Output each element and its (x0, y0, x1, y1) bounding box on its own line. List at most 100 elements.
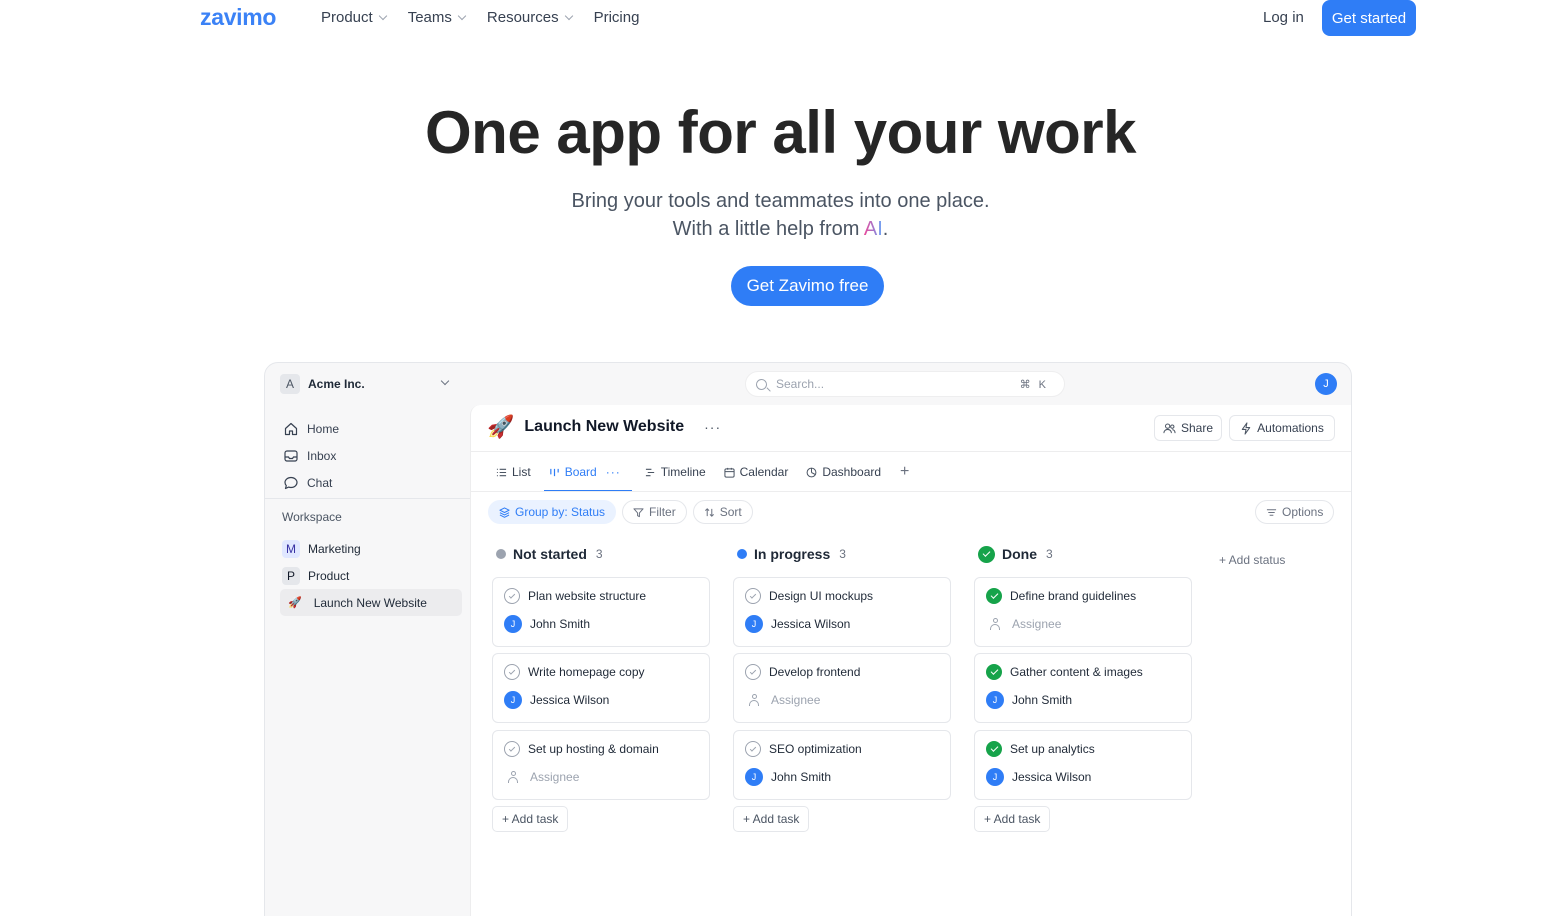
assignee-name: John Smith (1012, 693, 1073, 707)
sidebar-item-chat[interactable]: Chat (283, 469, 463, 496)
users-icon (1163, 423, 1176, 433)
status-circle-icon[interactable] (745, 741, 761, 757)
tab-list[interactable]: List (491, 452, 536, 492)
project-label: Marketing (308, 541, 361, 556)
chevron-down-icon (440, 376, 450, 386)
automations-button[interactable]: Automations (1229, 415, 1335, 441)
login-link[interactable]: Log in (1263, 9, 1304, 26)
person-icon[interactable] (745, 691, 763, 709)
sidebar-item-home[interactable]: Home (283, 415, 463, 442)
filter-icon (633, 507, 644, 517)
task-card[interactable]: SEO optimization J John Smith (733, 730, 951, 800)
tab-more-button[interactable]: ··· (606, 465, 621, 479)
assignee-placeholder: Assignee (1012, 617, 1062, 631)
assignee-avatar: J (504, 691, 522, 709)
sidebar-item-marketing[interactable]: M Marketing (280, 535, 462, 562)
check-circle-icon[interactable] (986, 588, 1002, 604)
lightning-icon (1241, 421, 1251, 435)
assignee-avatar: J (504, 615, 522, 633)
add-task-button[interactable]: + Add task (974, 806, 1051, 832)
status-circle-icon[interactable] (504, 588, 520, 604)
search-placeholder: Search... (776, 377, 825, 391)
tab-dashboard[interactable]: Dashboard (801, 452, 886, 492)
search-shortcut: ⌘K (1019, 378, 1054, 391)
check-circle-icon[interactable] (986, 741, 1002, 757)
logo[interactable]: zavimo (200, 4, 276, 31)
hero-subtitle: Bring your tools and teammates into one … (0, 187, 1561, 243)
board-column-in-progress: In progress 3 Design UI mockups J Jessica… (733, 545, 951, 832)
task-card[interactable]: Set up analytics J Jessica Wilson (974, 730, 1192, 800)
task-card[interactable]: Write homepage copy J Jessica Wilson (492, 653, 710, 723)
tab-timeline[interactable]: Timeline (640, 452, 711, 492)
search-input[interactable]: Search... ⌘K (745, 371, 1065, 397)
column-title: Done (1002, 546, 1037, 562)
sidebar-item-product[interactable]: P Product (280, 562, 462, 589)
main-panel: 🚀 Launch New Website ··· Share Automatio… (470, 405, 1351, 916)
workspace-switcher[interactable]: A Acme Inc. (280, 373, 456, 395)
add-task-button[interactable]: + Add task (733, 806, 810, 832)
group-by-button[interactable]: Group by: Status (488, 500, 617, 524)
sidebar-item-launch-new-website[interactable]: 🚀 Launch New Website (280, 589, 462, 616)
hero-subtitle-line-2: With a little help from AI. (0, 215, 1561, 243)
add-task-button[interactable]: + Add task (492, 806, 569, 832)
list-icon (496, 468, 507, 476)
project-list: M Marketing P Product 🚀 Launch New Websi… (280, 535, 462, 616)
user-avatar[interactable]: J (1315, 373, 1337, 395)
nav-link-label: Resources (486, 9, 559, 26)
nav-link-teams[interactable]: Teams (408, 9, 467, 26)
person-icon[interactable] (986, 615, 1004, 633)
check-circle-icon[interactable] (986, 664, 1002, 680)
task-card[interactable]: Set up hosting & domain Assignee (492, 730, 710, 800)
task-title: Write homepage copy (528, 665, 645, 679)
column-count: 3 (1046, 547, 1053, 561)
assignee-name: Jessica Wilson (530, 693, 610, 707)
get-zavimo-free-button[interactable]: Get Zavimo free (731, 266, 884, 306)
chat-icon (284, 476, 298, 489)
filter-button[interactable]: Filter (622, 500, 687, 524)
assignee-placeholder: Assignee (771, 693, 821, 707)
project-more-button[interactable]: ··· (704, 419, 721, 435)
project-badge: P (282, 566, 300, 585)
share-label: Share (1180, 421, 1214, 435)
nav-link-product[interactable]: Product (321, 9, 387, 26)
task-card[interactable]: Design UI mockups J Jessica Wilson (733, 577, 951, 647)
task-card[interactable]: Develop frontend Assignee (733, 653, 951, 723)
options-button[interactable]: Options (1255, 500, 1335, 524)
status-circle-icon[interactable] (504, 741, 520, 757)
calendar-icon (724, 467, 735, 478)
add-view-button[interactable]: + (894, 463, 915, 481)
tab-board[interactable]: Board ··· (543, 452, 632, 492)
task-card[interactable]: Plan website structure J John Smith (492, 577, 710, 647)
add-status-button[interactable]: + Add status (1219, 553, 1285, 567)
assignee-name: Jessica Wilson (1012, 770, 1092, 784)
status-circle-icon[interactable] (745, 664, 761, 680)
get-started-button[interactable]: Get started (1322, 0, 1416, 36)
task-card[interactable]: Define brand guidelines Assignee (974, 577, 1192, 647)
sort-icon (704, 507, 714, 517)
workspace-badge: A (280, 374, 300, 394)
sort-button[interactable]: Sort (692, 500, 753, 524)
person-icon[interactable] (504, 768, 522, 786)
home-icon (284, 422, 298, 435)
board-column-done: Done 3 Define brand guidelines Assignee … (974, 545, 1192, 832)
nav-link-resources[interactable]: Resources (486, 9, 573, 26)
share-button[interactable]: Share (1154, 415, 1222, 441)
subtitle-suffix: . (882, 218, 889, 240)
tab-calendar[interactable]: Calendar (719, 452, 794, 492)
assignee-avatar: J (986, 691, 1004, 709)
status-circle-icon[interactable] (504, 664, 520, 680)
column-header: Not started 3 (492, 545, 710, 563)
sidebar-item-inbox[interactable]: Inbox (283, 442, 463, 469)
status-circle-icon[interactable] (745, 588, 761, 604)
tab-label: Timeline (660, 465, 706, 479)
project-label: Product (308, 568, 350, 583)
tabs-divider (471, 491, 1351, 492)
hero-subtitle-line-1: Bring your tools and teammates into one … (571, 190, 990, 212)
task-title: Set up analytics (1010, 742, 1095, 756)
workspace-name: Acme Inc. (308, 377, 365, 391)
nav-link-pricing[interactable]: Pricing (594, 9, 640, 26)
task-title: Set up hosting & domain (528, 742, 659, 756)
task-title: Develop frontend (769, 665, 861, 679)
timeline-icon (645, 468, 654, 476)
task-card[interactable]: Gather content & images J John Smith (974, 653, 1192, 723)
